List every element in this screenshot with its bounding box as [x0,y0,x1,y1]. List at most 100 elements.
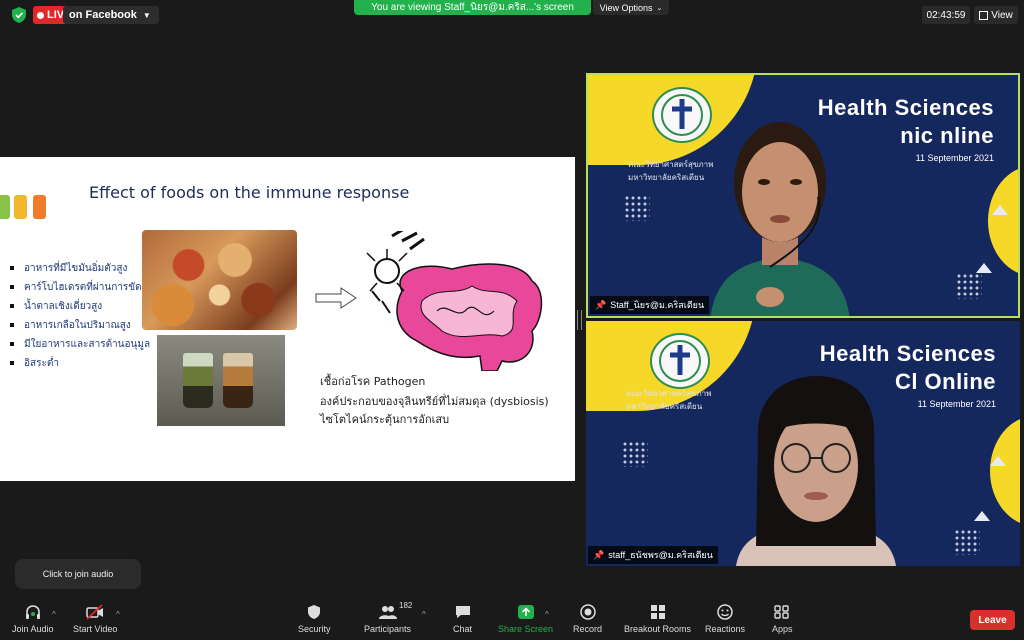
reactions-button[interactable]: Reactions [705,604,745,634]
join-audio-tooltip: Click to join audio [15,559,141,589]
tea-cup-right [223,353,253,408]
share-screen-label: Share Screen [498,624,554,634]
chat-label: Chat [453,624,473,634]
tooltip-text: Click to join audio [42,569,114,579]
decor-triangle [992,205,1008,215]
live-stream-dropdown[interactable]: on Facebook ▼ [63,6,159,24]
decor-triangle [990,456,1006,466]
join-audio-label: Join Audio [12,624,54,634]
chevron-up-icon[interactable]: ^ [422,610,426,619]
banner-subtitle: Cl Online [894,369,996,394]
headphones-icon [25,605,40,619]
meeting-timer: 02:43:59 [922,6,970,24]
participant-name: staff_ธนัชพร@ม.คริสเตียน [608,550,713,560]
decor-dots [622,441,648,467]
security-label: Security [298,624,331,634]
breakout-rooms-icon [650,605,665,619]
faculty-name: คณะวิทยาศาสตร์สุขภาพ [626,389,712,398]
bubble-tea-image [157,335,285,426]
view-options-button[interactable]: View Options ⌄ [593,0,669,15]
grid-view-icon [979,10,989,20]
security-shield-icon [12,7,26,23]
shield-icon [308,605,321,619]
university-name: มหาวิทยาลัยคริสเตียน [626,402,703,411]
share-screen-icon [517,605,534,619]
slide-title: Effect of foods on the immune response [89,183,410,202]
intestine-bacteria-illustration [366,231,543,371]
participant-name-tag: 📌 staff_ธนัชพร@ม.คริสเตียน [588,546,718,564]
breakout-rooms-button[interactable]: Breakout Rooms [624,604,691,634]
chat-icon [455,606,470,618]
view-button[interactable]: View [974,6,1018,24]
slide-desc-line: ไซโตไคน์กระตุ้นการอักเสบ [320,413,450,426]
start-video-button[interactable]: Start Video [73,604,117,634]
bullet-item: อาหารเกลือในปริมาณสูง [10,316,150,335]
shared-screen-slide: Effect of foods on the immune response อ… [0,157,575,481]
university-name: มหาวิทยาลัยคริสเตียน [628,173,705,182]
banner-yellow-shape [990,416,1020,526]
decor-triangle [974,511,990,521]
record-icon [579,604,596,620]
banner-title: Health Sciences [819,341,996,366]
video-off-icon [86,604,104,620]
participant-video-person [710,122,850,316]
live-dot-icon [37,11,44,19]
decor-dots [956,273,982,299]
apps-label: Apps [772,624,793,634]
pin-icon: 📌 [595,299,607,310]
chevron-up-icon[interactable]: ^ [545,610,549,619]
processed-food-image [142,230,297,330]
decor-dots [954,529,980,555]
pin-icon: 📌 [593,549,605,560]
video-tile-participant[interactable]: คณะวิทยาศาสตร์สุขภาพ มหาวิทยาลัยคริสเตีย… [586,321,1020,566]
slide-desc-line: องค์ประกอบของจุลินทรีย์ที่ไม่สมดุล (dysb… [320,395,549,408]
chevron-up-icon[interactable]: ^ [116,610,120,619]
record-button[interactable]: Record [573,604,602,634]
color-square-orange [33,195,46,219]
right-arrow-icon [315,287,357,309]
apps-icon [774,605,789,619]
participants-count: 182 [399,601,413,610]
university-logo [650,333,710,389]
bullet-item: อิสระต่ำ [10,354,150,373]
video-tile-active-speaker[interactable]: คณะวิทยาศาสตร์สุขภาพ มหาวิทยาลัยคริสเตีย… [586,73,1020,318]
slide-bullet-list: อาหารที่มีไขมันอิ่มตัวสูง คาร์โบไฮเดรตที… [10,259,150,373]
slide-desc-line: เชื้อก่อโรค Pathogen [320,375,426,388]
reactions-label: Reactions [705,624,746,634]
color-square-green [0,195,10,219]
start-video-label: Start Video [73,624,118,634]
live-target-label: on Facebook [69,9,137,21]
banner-yellow-shape [988,166,1018,276]
bullet-item: มีใยอาหารและสารต้านอนุมูล [10,335,150,354]
chevron-down-icon: ⌄ [656,4,663,12]
leave-button[interactable]: Leave [970,610,1015,630]
participants-icon [378,606,397,619]
timer-value: 02:43:59 [926,9,966,21]
banner-date: 11 September 2021 [915,153,994,163]
bullet-item: อาหารที่มีไขมันอิ่มตัวสูง [10,259,150,278]
viewing-text: You are viewing Staff_นิยร@ม.คริส...'s s… [371,2,574,13]
participants-label: Participants [364,624,412,634]
share-screen-button[interactable]: Share Screen [498,604,553,634]
viewing-screen-banner: You are viewing Staff_นิยร@ม.คริส...'s s… [354,0,591,15]
chat-button[interactable]: Chat [453,604,472,634]
view-options-label: View Options [599,2,653,13]
banner-subtitle: nic nline [900,123,994,148]
apps-button[interactable]: Apps [772,604,793,634]
chevron-up-icon[interactable]: ^ [52,610,56,619]
meeting-toolbar: Join Audio ^ Start Video ^ Security Part… [0,598,1024,640]
breakout-rooms-label: Breakout Rooms [624,624,692,634]
view-label: View [991,9,1013,21]
chevron-down-icon: ▼ [142,10,151,20]
bullet-item: น้ำตาลเชิงเดี่ยวสูง [10,297,150,316]
decor-triangle [976,263,992,273]
tea-cup-left [183,353,213,408]
decor-dots [624,195,650,221]
participant-name: Staff_นิยร@ม.คริสเตียน [610,300,705,310]
smiley-icon [717,604,733,620]
panel-resize-handle[interactable] [577,310,582,330]
participant-name-tag: 📌 Staff_นิยร@ม.คริสเตียน [590,296,710,314]
join-audio-button[interactable]: Join Audio [12,604,54,634]
record-label: Record [573,624,603,634]
security-button[interactable]: Security [298,604,331,634]
